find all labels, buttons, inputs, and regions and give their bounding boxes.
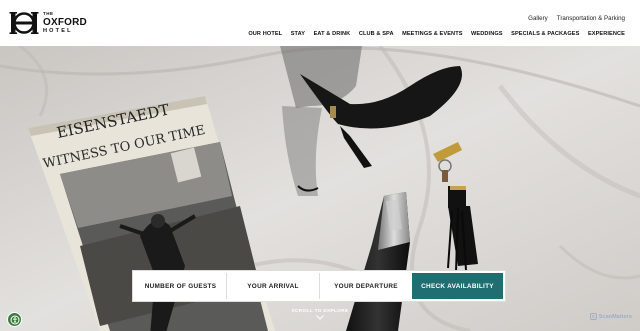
- logo-subtitle: HOTEL: [43, 27, 73, 34]
- utility-nav: Gallery Transportation & Parking: [528, 15, 625, 22]
- nav-eat-drink[interactable]: EAT & DRINK: [314, 31, 351, 37]
- chevron-down-icon: [316, 315, 324, 320]
- oxford-monogram-icon: [9, 12, 39, 34]
- site-header: THE OXFORD HOTEL Gallery Transportation …: [0, 0, 640, 46]
- scan-icon: S: [589, 313, 597, 320]
- accessibility-icon: [10, 315, 19, 324]
- logo-the: THE: [43, 11, 54, 16]
- nav-experience[interactable]: EXPERIENCE: [588, 31, 625, 37]
- logo-wordmark: THE OXFORD HOTEL: [43, 11, 87, 34]
- accessibility-button[interactable]: [7, 312, 22, 327]
- util-link-gallery[interactable]: Gallery: [528, 15, 548, 22]
- scroll-label: SCROLL TO EXPLORE: [291, 309, 349, 314]
- nav-specials-packages[interactable]: SPECIALS & PACKAGES: [511, 31, 579, 37]
- departure-field[interactable]: YOUR DEPARTURE: [320, 273, 412, 299]
- check-availability-button[interactable]: CHECK AVAILABILITY: [412, 273, 503, 299]
- nav-weddings[interactable]: WEDDINGS: [471, 31, 503, 37]
- badge-label: ScanMatters: [598, 313, 632, 320]
- nav-club-spa[interactable]: CLUB & SPA: [359, 31, 394, 37]
- nav-our-hotel[interactable]: OUR HOTEL: [248, 31, 282, 37]
- hotel-logo[interactable]: THE OXFORD HOTEL: [9, 6, 89, 40]
- scanmatters-badge[interactable]: S ScanMatters: [589, 313, 632, 320]
- scroll-to-explore[interactable]: SCROLL TO EXPLORE: [280, 309, 360, 320]
- arrival-field[interactable]: YOUR ARRIVAL: [227, 273, 320, 299]
- guests-field[interactable]: NUMBER OF GUESTS: [135, 273, 227, 299]
- nav-meetings-events[interactable]: MEETINGS & EVENTS: [402, 31, 462, 37]
- logo-name: OXFORD: [43, 16, 87, 28]
- booking-bar: NUMBER OF GUESTS YOUR ARRIVAL YOUR DEPAR…: [132, 270, 506, 302]
- util-link-transportation[interactable]: Transportation & Parking: [557, 15, 625, 22]
- nav-stay[interactable]: STAY: [291, 31, 305, 37]
- main-nav: OUR HOTEL STAY EAT & DRINK CLUB & SPA ME…: [248, 31, 625, 37]
